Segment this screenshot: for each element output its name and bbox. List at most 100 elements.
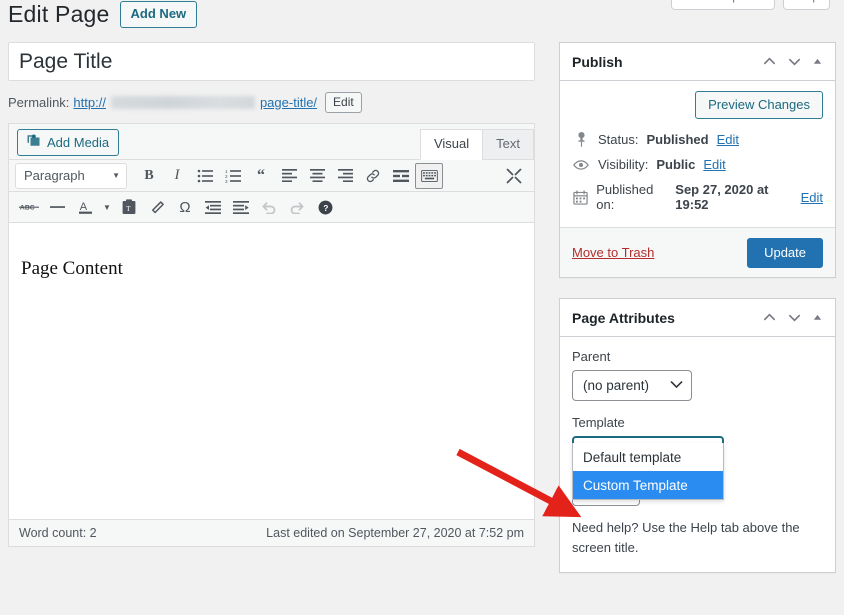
move-up-icon[interactable] (762, 310, 777, 325)
publish-postbox: Publish Preview Changes (559, 42, 836, 278)
word-count: Word count: 2 (19, 526, 97, 540)
move-down-icon[interactable] (787, 54, 802, 69)
permalink-redacted-domain (111, 96, 255, 109)
publish-postbox-header: Publish (560, 43, 835, 81)
post-status-label: Status: (598, 132, 638, 147)
page-attributes-postbox: Page Attributes Parent (no parent) (559, 298, 836, 573)
svg-text:3: 3 (225, 179, 228, 183)
text-color-icon[interactable]: A (71, 194, 99, 220)
page-header: Edit Page Add New (8, 0, 197, 29)
page-attributes-handle-actions (762, 310, 823, 325)
eye-icon (572, 159, 590, 171)
align-center-icon[interactable] (303, 163, 331, 189)
read-more-icon[interactable] (387, 163, 415, 189)
add-media-button[interactable]: Add Media (17, 129, 119, 156)
edit-visibility-link[interactable]: Edit (703, 157, 725, 172)
post-title-input[interactable] (9, 50, 534, 74)
fullscreen-icon[interactable] (500, 163, 528, 189)
special-character-icon[interactable]: Ω (171, 194, 199, 220)
svg-text:ABC: ABC (20, 205, 35, 212)
chevron-down-icon (670, 380, 683, 392)
post-body: Permalink: http:// page-title/ Edit Add M… (8, 42, 535, 547)
post-published-row: Published on: Sep 27, 2020 at 19:52 Edit (572, 177, 823, 217)
editor-media-bar: Add Media Visual Text (8, 123, 535, 159)
post-visibility-row: Visibility: Public Edit (572, 152, 823, 177)
move-to-trash-link[interactable]: Move to Trash (572, 245, 654, 260)
editor-mode-tabs: Visual Text (421, 129, 534, 160)
numbered-list-icon[interactable]: 1 2 3 (219, 163, 247, 189)
template-option-custom[interactable]: Custom Template (573, 471, 723, 499)
add-new-button[interactable]: Add New (120, 1, 198, 28)
toolbar-toggle-icon[interactable] (415, 163, 443, 189)
permalink-protocol[interactable]: http:// (73, 95, 106, 110)
page-title-heading: Edit Page (8, 0, 110, 29)
add-media-label: Add Media (47, 135, 109, 150)
editor-toolbar-row-2: ABC A ▼ (8, 191, 535, 223)
tab-text[interactable]: Text (482, 129, 534, 160)
blockquote-icon[interactable]: “ (247, 163, 275, 189)
editor-toolbar-row-1: Paragraph ▼ B I 1 2 3 (8, 159, 535, 191)
editor-content-area[interactable]: Page Content (8, 223, 535, 520)
svg-text:A: A (79, 201, 87, 213)
editor-wrapper: Add Media Visual Text Paragraph ▼ B I (8, 123, 535, 547)
bulleted-list-icon[interactable] (191, 163, 219, 189)
paragraph-format-select[interactable]: Paragraph ▼ (15, 163, 127, 189)
redo-icon[interactable] (283, 194, 311, 220)
post-visibility-label: Visibility: (598, 157, 648, 172)
post-published-label: Published on: (596, 182, 667, 212)
text-color-caret-icon[interactable]: ▼ (99, 194, 115, 220)
permalink-slug[interactable]: page-title/ (260, 95, 317, 110)
update-button[interactable]: Update (747, 238, 823, 268)
parent-select-value: (no parent) (583, 378, 649, 393)
calendar-icon (572, 190, 588, 205)
editor-content-text: Page Content (21, 257, 522, 282)
post-published-value: Sep 27, 2020 at 19:52 (675, 182, 792, 212)
bold-icon[interactable]: B (135, 163, 163, 189)
move-down-icon[interactable] (787, 310, 802, 325)
align-right-icon[interactable] (331, 163, 359, 189)
indent-icon[interactable] (227, 194, 255, 220)
permalink-label: Permalink: (8, 95, 69, 110)
horizontal-rule-icon[interactable] (43, 194, 71, 220)
help-button[interactable]: Help (783, 0, 830, 10)
publish-postbox-title: Publish (572, 54, 623, 70)
editor-status-bar: Word count: 2 Last edited on September 2… (8, 520, 535, 547)
parent-select[interactable]: (no parent) (572, 370, 692, 401)
wp-admin-edit-page-screen: Screen Options Help Edit Page Add New Pe… (0, 0, 844, 615)
preview-changes-button[interactable]: Preview Changes (695, 91, 823, 119)
svg-text:?: ? (323, 202, 328, 212)
template-option-list[interactable]: Default template Custom Template (572, 443, 724, 500)
publishing-action: Preview Changes (560, 81, 835, 119)
screen-meta-links: Screen Options Help (671, 0, 830, 10)
toggle-panel-icon[interactable] (812, 56, 823, 67)
template-label: Template (572, 415, 823, 430)
italic-icon[interactable]: I (163, 163, 191, 189)
pin-icon (572, 132, 590, 147)
misc-publishing-actions: Status: Published Edit Visibility: Publi… (560, 119, 835, 227)
align-left-icon[interactable] (275, 163, 303, 189)
major-publishing-actions: Move to Trash Update (560, 227, 835, 277)
move-up-icon[interactable] (762, 54, 777, 69)
undo-icon[interactable] (255, 194, 283, 220)
clear-formatting-icon[interactable] (143, 194, 171, 220)
title-field-wrapper[interactable] (8, 42, 535, 81)
sidebar: Publish Preview Changes (559, 42, 836, 593)
chevron-down-icon: ▼ (112, 171, 120, 180)
page-attributes-header: Page Attributes (560, 299, 835, 337)
strikethrough-icon[interactable]: ABC (15, 194, 43, 220)
edit-status-link[interactable]: Edit (717, 132, 739, 147)
link-icon[interactable] (359, 163, 387, 189)
template-option-default[interactable]: Default template (573, 443, 723, 471)
outdent-icon[interactable] (199, 194, 227, 220)
paste-as-text-icon[interactable]: T (115, 194, 143, 220)
parent-label: Parent (572, 349, 823, 364)
permalink-row: Permalink: http:// page-title/ Edit (8, 90, 535, 114)
edit-published-date-link[interactable]: Edit (801, 190, 823, 205)
toggle-panel-icon[interactable] (812, 312, 823, 323)
tab-visual[interactable]: Visual (420, 129, 483, 160)
post-visibility-value: Public (656, 157, 695, 172)
edit-permalink-button[interactable]: Edit (325, 92, 362, 113)
page-attributes-body: Parent (no parent) Template Custom Templ… (560, 337, 835, 572)
screen-options-button[interactable]: Screen Options (671, 0, 776, 10)
keyboard-help-icon[interactable]: ? (311, 194, 339, 220)
